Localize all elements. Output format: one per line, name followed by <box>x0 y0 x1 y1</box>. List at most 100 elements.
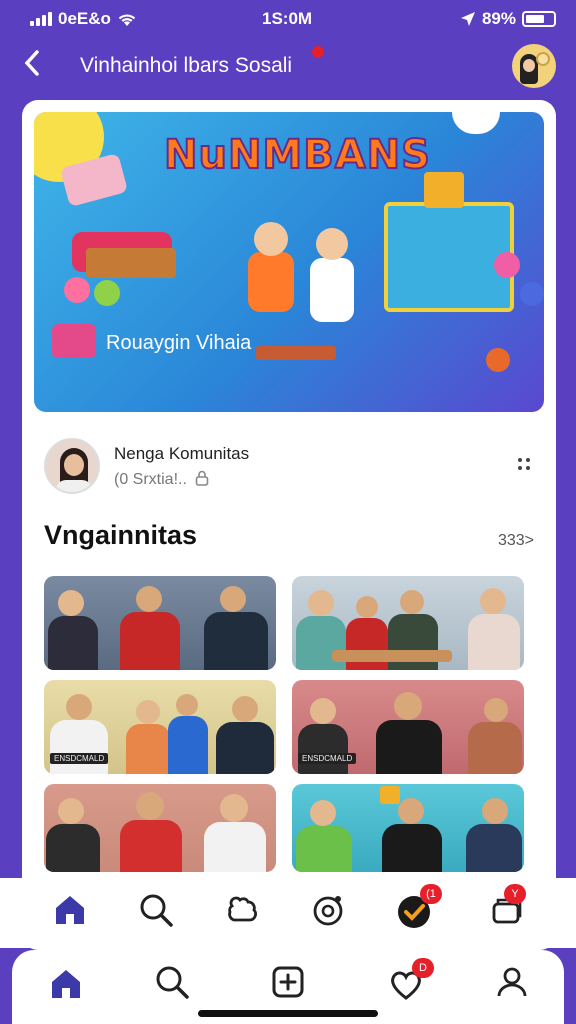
table-shape <box>332 650 452 662</box>
participant <box>58 590 84 616</box>
video-tile[interactable] <box>44 576 276 670</box>
tab-search[interactable] <box>134 888 178 932</box>
home-indicator <box>198 1010 378 1017</box>
balloon-shape <box>494 252 520 278</box>
battery-percent: 89% <box>481 9 516 28</box>
balloon-shape <box>64 277 90 303</box>
participant <box>298 724 348 774</box>
compass-icon <box>313 896 343 926</box>
participant <box>394 692 422 720</box>
nav-notifications[interactable]: D <box>384 958 434 1006</box>
community-subtitle: (0 Srxtia!.. <box>114 470 209 489</box>
tab-home[interactable] <box>48 888 92 932</box>
lock-icon <box>196 470 209 486</box>
participant <box>356 596 378 618</box>
participant <box>400 590 424 614</box>
participant <box>58 798 84 824</box>
participant <box>484 698 508 722</box>
participant <box>296 826 352 872</box>
content-card: NuNMBANS Rouaygin Vihaia Nenga Komunitas… <box>22 100 556 950</box>
tab-messages[interactable]: Y <box>486 884 530 934</box>
person-figure <box>316 228 348 260</box>
back-button[interactable] <box>22 48 52 84</box>
participant <box>310 698 336 724</box>
participant <box>398 798 424 824</box>
tab-groups[interactable] <box>220 888 264 932</box>
video-tile[interactable]: ENSDCMALD <box>292 680 524 774</box>
nav-profile[interactable] <box>490 960 534 1004</box>
box-shape <box>380 786 400 804</box>
video-tile[interactable] <box>292 784 524 872</box>
chair-shape <box>86 248 176 278</box>
participant <box>66 694 92 720</box>
profile-avatar[interactable] <box>512 44 556 88</box>
video-tile[interactable] <box>44 784 276 872</box>
status-right: 89% <box>460 9 556 29</box>
video-tile[interactable] <box>292 576 524 670</box>
participant <box>310 800 336 826</box>
participant <box>376 720 442 774</box>
plus-square-icon <box>272 966 304 998</box>
nav-search[interactable] <box>150 960 194 1004</box>
participant <box>382 824 442 872</box>
person-figure <box>310 258 354 322</box>
participant <box>120 612 180 670</box>
more-options-icon[interactable] <box>514 454 534 474</box>
search-icon <box>140 894 173 927</box>
participant <box>220 586 246 612</box>
section-title: Vngainnitas <box>44 520 198 550</box>
participant <box>308 590 334 616</box>
puzzle-icon <box>228 896 257 922</box>
banner-title: NuNMBANS <box>163 131 431 179</box>
status-bar: 0eE&o 1S:0M 89% <box>0 0 576 38</box>
balloon-shape <box>520 282 544 306</box>
participant <box>220 794 248 822</box>
participant <box>468 614 520 670</box>
participant <box>46 824 100 872</box>
participant <box>346 618 388 670</box>
carrier-text: 0eE&o <box>58 9 111 28</box>
balloon-shape <box>94 280 120 306</box>
notification-badge: Y <box>504 884 526 904</box>
participant <box>126 724 170 774</box>
balloon-shape <box>486 348 510 372</box>
participant <box>50 720 108 774</box>
video-tile[interactable]: ENSDCMALD <box>44 680 276 774</box>
participant <box>468 722 522 774</box>
nav-create[interactable] <box>266 960 310 1004</box>
person-figure <box>248 252 294 312</box>
participant <box>480 588 506 614</box>
banner-subtitle: Rouaygin Vihaia <box>106 332 252 354</box>
participant <box>204 612 268 670</box>
community-name: Nenga Komunitas <box>114 444 250 463</box>
nav-home[interactable] <box>44 962 88 1006</box>
chevron-left-icon <box>24 50 39 76</box>
cloud-shape <box>452 112 500 134</box>
home-icon <box>56 896 84 924</box>
status-time: 1S:0M <box>262 9 313 28</box>
participant <box>216 722 274 774</box>
community-row[interactable]: Nenga Komunitas (0 Srxtia!.. <box>44 438 534 498</box>
participant <box>482 798 508 824</box>
tab-explore[interactable] <box>306 888 350 932</box>
participant <box>232 696 258 722</box>
tile-label: ENSDCMALD <box>50 753 109 764</box>
see-all-link[interactable]: 333> <box>498 532 534 550</box>
secondary-tab-bar: (1 Y <box>0 878 576 948</box>
tab-activity[interactable]: (1 <box>392 884 442 934</box>
notification-badge: D <box>412 958 434 978</box>
user-icon <box>497 967 527 997</box>
status-left: 0eE&o <box>30 9 137 29</box>
home-icon <box>52 970 80 998</box>
participant <box>136 700 160 724</box>
participant <box>136 792 164 820</box>
participant <box>168 716 208 774</box>
participant <box>466 824 522 872</box>
page-title: Vinhainhoi lbars Sosali <box>80 54 293 77</box>
wifi-icon <box>118 13 136 26</box>
tile-label: ENSDCMALD <box>298 753 357 764</box>
location-arrow-icon <box>460 12 475 26</box>
hero-banner[interactable]: NuNMBANS Rouaygin Vihaia <box>34 112 544 412</box>
signal-icon <box>30 12 52 26</box>
participant <box>136 586 162 612</box>
